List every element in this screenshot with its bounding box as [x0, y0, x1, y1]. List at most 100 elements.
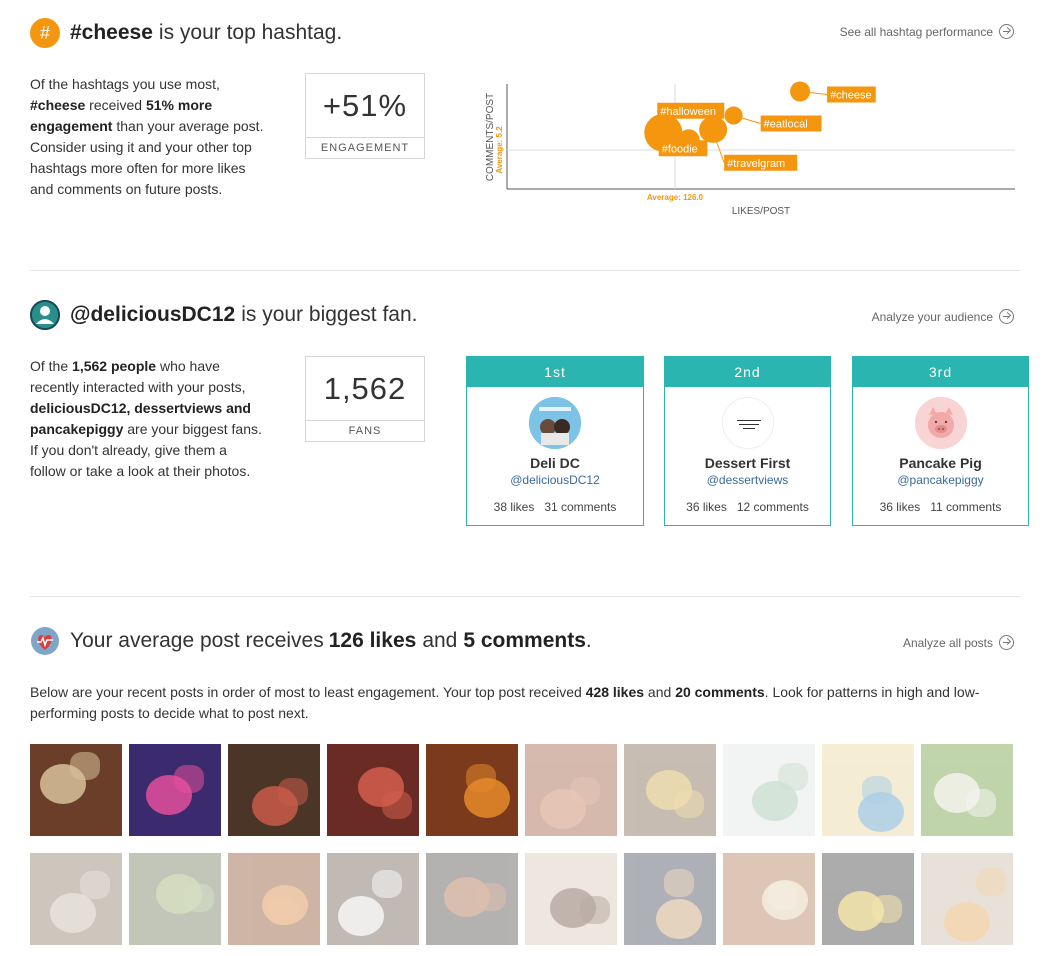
thumb-shape: [674, 790, 704, 818]
thumb-shape: [768, 882, 798, 910]
top-hashtag: #cheese: [70, 21, 153, 44]
thumb-shape: [382, 791, 412, 819]
fans-heading: @deliciousDC12 is your biggest fan.: [30, 300, 417, 330]
fans-description: Of the 1,562 people who have recently in…: [30, 356, 265, 482]
post-thumb-4[interactable]: [327, 744, 419, 836]
svg-text:#: #: [40, 23, 50, 43]
post-thumb-14[interactable]: [327, 853, 419, 945]
fan-card-3[interactable]: 3rd Pancake Pig @pancakepiggy 36 likes 11…: [852, 356, 1029, 526]
pig-avatar[interactable]: [914, 397, 967, 449]
thumb-shape: [966, 789, 996, 817]
posts-heading: Your average post receives 126 likes and…: [30, 626, 592, 656]
engagement-stat: +51% ENGAGEMENT: [305, 73, 425, 159]
post-thumb-10[interactable]: [921, 744, 1013, 836]
thumb-shape: [872, 895, 902, 923]
post-thumb-2[interactable]: [129, 744, 221, 836]
posts-heading-1: Your average post receives: [70, 629, 324, 652]
posts-heading-5: .: [585, 629, 592, 652]
thumb-shape: [372, 870, 402, 898]
hashtag-scatter-chart: LIKES/POST COMMENTS/POST Average: 126.0 …: [485, 81, 1015, 217]
heart-pulse-icon: [30, 626, 60, 656]
analyze-posts-label: Analyze all posts: [902, 635, 993, 650]
thumb-shape: [862, 776, 892, 804]
fan-comments: 31 comments: [544, 500, 617, 514]
analyze-audience-link[interactable]: Analyze your audience: [872, 309, 1014, 324]
engagement-label: ENGAGEMENT: [306, 137, 424, 158]
posts-heading-3: and: [422, 629, 458, 652]
fan-handle[interactable]: @pancakepiggy: [853, 473, 1028, 487]
analyze-audience-label: Analyze your audience: [871, 309, 993, 324]
posts-desc-4: 20 comments: [675, 684, 765, 700]
average-comments: 5 comments: [463, 629, 586, 652]
hash-icon: #: [30, 18, 60, 48]
thumb-shape: [580, 896, 610, 924]
thumb-shape: [778, 763, 808, 791]
avatar[interactable]: [529, 397, 581, 449]
fan-card-2[interactable]: 2nd Dessert First @dessertviews 36 likes…: [664, 356, 831, 526]
post-thumb-1[interactable]: [30, 744, 122, 836]
posts-desc-3: and: [644, 684, 676, 700]
post-thumb-7[interactable]: [624, 744, 716, 836]
fan-comments: 11 comments: [930, 500, 1002, 514]
post-thumb-20[interactable]: [921, 853, 1013, 945]
arrow-right-icon: [999, 635, 1014, 650]
thumb-shape: [80, 871, 110, 899]
post-thumb-3[interactable]: [228, 744, 320, 836]
post-thumb-6[interactable]: [525, 744, 617, 836]
post-thumb-17[interactable]: [624, 853, 716, 945]
fan-likes: 36 likes: [879, 500, 921, 514]
fan-likes: 36 likes: [686, 500, 727, 514]
thumb-shape: [466, 764, 496, 792]
see-all-hashtag-link[interactable]: See all hashtag performance: [840, 24, 1014, 39]
x-average-label: Average: 126.0: [647, 193, 704, 202]
hashtag-desc-2: #cheese: [30, 97, 86, 113]
posts-desc-2: 428 likes: [585, 684, 645, 700]
scatter-point-label: #cheese: [830, 90, 872, 102]
post-thumb-8[interactable]: [723, 744, 815, 836]
fan-comments: 12 comments: [736, 500, 809, 514]
section-divider-2: [30, 596, 1020, 597]
average-likes: 126 likes: [328, 629, 417, 652]
thumb-shape: [664, 869, 694, 897]
see-all-hashtag-label: See all hashtag performance: [839, 24, 993, 39]
post-thumb-12[interactable]: [129, 853, 221, 945]
post-thumb-9[interactable]: [822, 744, 914, 836]
thumb-shape: [338, 896, 384, 936]
avatar[interactable]: [721, 397, 774, 449]
fan-likes: 38 likes: [493, 500, 535, 514]
thumb-shape: [944, 902, 990, 942]
scatter-point-cheese[interactable]: [790, 81, 811, 102]
posts-desc-1: Below are your recent posts in order of …: [30, 684, 586, 700]
hashtag-heading-rest: is your top hashtag.: [158, 21, 343, 44]
scatter-point-label: #eatlocal: [764, 119, 808, 131]
fan-handle[interactable]: @dessertviews: [665, 473, 830, 487]
thumb-shape: [70, 752, 100, 780]
fans-count: 1,562: [323, 370, 407, 406]
posts-section: Your average post receives 126 likes and…: [30, 626, 1020, 726]
post-thumb-5[interactable]: [426, 744, 518, 836]
post-thumb-18[interactable]: [723, 853, 815, 945]
scatter-point-eatlocal[interactable]: [724, 106, 743, 125]
thumb-shape: [50, 893, 96, 933]
fans-heading-rest: is your biggest fan.: [241, 303, 418, 326]
fan-card-1[interactable]: 1st Deli DC @deliciousDC12 38 likes 31 co…: [466, 356, 644, 526]
section-divider-1: [30, 270, 1020, 271]
arrow-right-icon: [999, 24, 1014, 39]
fan-counts: 38 likes 31 comments: [467, 500, 643, 514]
thumb-shape: [976, 868, 1006, 896]
post-thumb-16[interactable]: [525, 853, 617, 945]
thumb-shape: [278, 778, 308, 806]
post-thumb-15[interactable]: [426, 853, 518, 945]
scatter-point-5[interactable]: [701, 116, 728, 143]
hashtag-desc-1: Of the hashtags you use most,: [30, 76, 220, 92]
fan-rank: 2nd: [665, 357, 830, 387]
y-average-label: Average: 5.2: [495, 126, 504, 174]
hashtag-description: Of the hashtags you use most, #cheese re…: [30, 74, 265, 200]
fans-stat: 1,562 FANS: [305, 356, 425, 442]
post-thumb-19[interactable]: [822, 853, 914, 945]
analyze-posts-link[interactable]: Analyze all posts: [903, 635, 1014, 650]
post-thumb-11[interactable]: [30, 853, 122, 945]
post-thumb-13[interactable]: [228, 853, 320, 945]
fan-handle[interactable]: @deliciousDC12: [467, 473, 643, 487]
engagement-value: +51%: [322, 87, 408, 123]
